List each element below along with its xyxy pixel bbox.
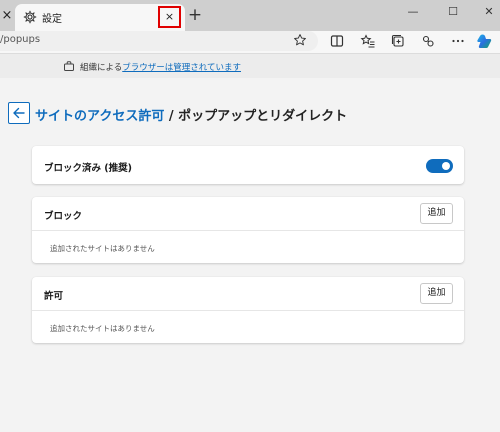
allow-section-card: 許可 追加 追加されたサイトはありません: [32, 277, 464, 343]
blocked-toggle-label: ブロック済み (推奨): [44, 163, 132, 174]
block-empty-text: 追加されたサイトはありません: [50, 244, 155, 253]
favorites-icon[interactable]: [360, 33, 376, 49]
allow-section-title: 許可: [44, 291, 64, 302]
collections-icon[interactable]: [390, 33, 406, 49]
divider: [32, 310, 464, 311]
url-text: /popups: [0, 34, 41, 45]
block-section-title: ブロック: [44, 211, 83, 222]
managed-banner-text: 組織によるブラウザーは管理されています: [80, 61, 241, 73]
toggle-knob: [442, 162, 450, 170]
breadcrumb: サイトのアクセス許可 / ポップアップとリダイレクト: [35, 105, 347, 124]
tab-title: 設定: [42, 14, 62, 25]
tab-close-button[interactable]: ×: [158, 6, 181, 28]
tab-settings[interactable]: 設定 ×: [15, 4, 185, 31]
extensions-icon[interactable]: [420, 33, 436, 49]
split-screen-icon[interactable]: [329, 33, 345, 49]
banner-prefix: 組織による: [80, 63, 123, 73]
window-close-button[interactable]: ✕: [478, 4, 500, 20]
blocked-toggle-switch[interactable]: [426, 159, 453, 173]
page-title: ポップアップとリダイレクト: [178, 109, 348, 124]
allow-add-button[interactable]: 追加: [420, 283, 453, 304]
divider: [32, 230, 464, 231]
maximize-button[interactable]: ☐: [442, 4, 464, 20]
managed-browser-link[interactable]: ブラウザーは管理されています: [122, 63, 241, 73]
new-tab-button[interactable]: +: [186, 6, 204, 24]
toolbar: /popups: [0, 31, 500, 53]
briefcase-icon: [64, 61, 74, 71]
more-icon[interactable]: [450, 33, 466, 49]
managed-banner: [0, 54, 500, 78]
address-bar[interactable]: /popups: [0, 31, 318, 51]
blocked-toggle-card: ブロック済み (推奨): [32, 146, 464, 184]
minimize-button[interactable]: —: [402, 4, 424, 20]
tab-strip: × 設定 × + — ☐ ✕: [0, 0, 500, 31]
breadcrumb-separator: /: [164, 109, 179, 124]
star-icon[interactable]: [293, 33, 307, 47]
block-section-card: ブロック 追加 追加されたサイトはありません: [32, 197, 464, 263]
block-add-button[interactable]: 追加: [420, 203, 453, 224]
breadcrumb-site-permissions-link[interactable]: サイトのアクセス許可: [35, 109, 164, 124]
allow-empty-text: 追加されたサイトはありません: [50, 324, 155, 333]
back-button[interactable]: [8, 102, 30, 124]
copilot-icon[interactable]: [476, 32, 494, 50]
back-arrow-icon: [13, 107, 25, 119]
previous-tab-close-icon[interactable]: ×: [0, 7, 14, 25]
gear-icon: [23, 10, 37, 24]
